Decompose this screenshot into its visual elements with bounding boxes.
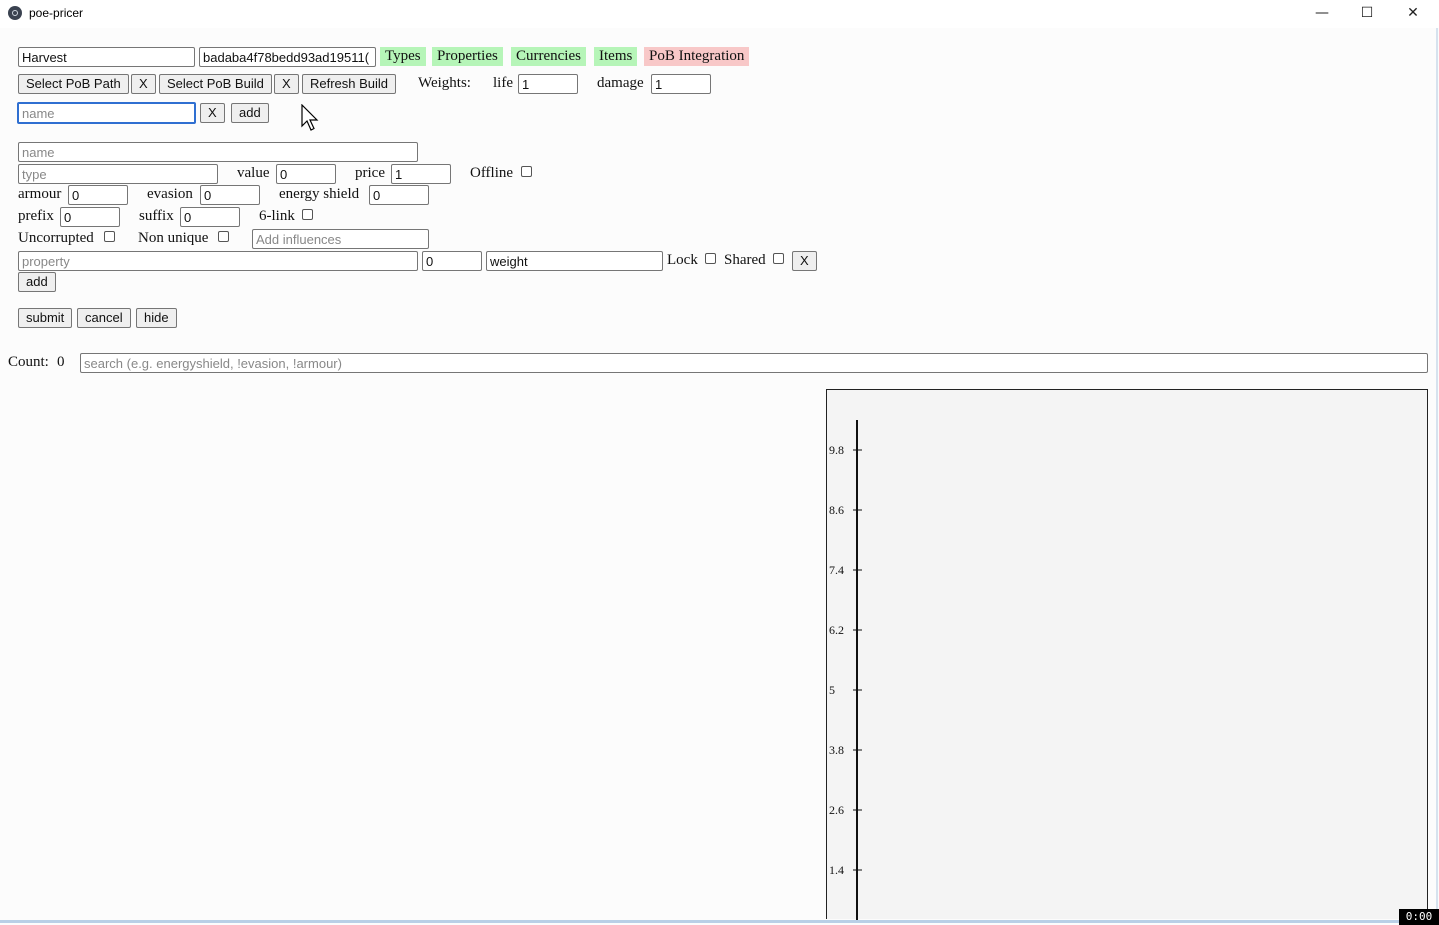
quick-clear-button[interactable]: X <box>200 103 225 123</box>
league-input[interactable] <box>18 47 195 67</box>
quick-add-button[interactable]: add <box>231 103 269 123</box>
damage-weight-input[interactable] <box>651 74 711 94</box>
item-type-input[interactable] <box>18 164 218 184</box>
prefix-input[interactable] <box>60 207 120 227</box>
select-pob-path-button[interactable]: Select PoB Path <box>18 74 129 94</box>
weights-label: Weights: <box>418 75 471 91</box>
tab-items[interactable]: Items <box>594 47 638 66</box>
value-label: value <box>237 165 270 181</box>
y-tick-label: 7.4 <box>829 563 844 577</box>
item-name-input[interactable] <box>18 142 418 162</box>
y-tick-label: 6.2 <box>829 623 844 637</box>
property-weight-input[interactable] <box>486 251 663 271</box>
lock-checkbox[interactable] <box>705 253 716 264</box>
remove-property-button[interactable]: X <box>792 251 817 271</box>
window-bottom-border <box>0 920 1439 923</box>
influences-input[interactable] <box>252 229 429 249</box>
tab-properties[interactable]: Properties <box>432 47 503 66</box>
price-input[interactable] <box>391 164 451 184</box>
minimize-button[interactable]: — <box>1299 0 1345 28</box>
armour-input[interactable] <box>68 185 128 205</box>
quick-name-input[interactable] <box>17 102 196 124</box>
life-label: life <box>493 75 513 91</box>
shared-checkbox[interactable] <box>773 253 784 264</box>
count-value: 0 <box>57 354 65 370</box>
suffix-label: suffix <box>139 208 174 224</box>
maximize-button[interactable]: ☐ <box>1344 0 1390 28</box>
window-right-border <box>1436 28 1438 923</box>
y-tick-label: 1.4 <box>829 863 844 877</box>
offline-label: Offline <box>470 165 514 181</box>
tab-types[interactable]: Types <box>380 47 426 66</box>
y-tick-label: 8.6 <box>829 503 844 517</box>
price-chart: 9.8 8.6 7.4 6.2 5 3.8 2.6 1.4 <box>826 389 1428 920</box>
armour-label: armour <box>18 186 62 202</box>
session-id-input[interactable] <box>199 47 376 67</box>
clear-pob-build-button[interactable]: X <box>274 74 299 94</box>
evasion-label: evasion <box>147 186 193 202</box>
app-icon <box>8 6 22 20</box>
damage-label: damage <box>597 75 644 91</box>
y-tick-label: 5 <box>829 683 835 697</box>
clock-display: 0:00 <box>1399 909 1439 925</box>
lock-label: Lock <box>667 252 698 268</box>
six-link-label: 6-link <box>259 208 295 224</box>
property-input[interactable] <box>18 251 418 271</box>
property-value-input[interactable] <box>422 251 482 271</box>
close-button[interactable]: ✕ <box>1390 0 1436 28</box>
refresh-build-button[interactable]: Refresh Build <box>302 74 397 94</box>
non-unique-label: Non unique <box>138 230 209 246</box>
uncorrupted-label: Uncorrupted <box>18 230 94 246</box>
add-property-button[interactable]: add <box>18 272 56 292</box>
count-label: Count: <box>8 354 49 370</box>
value-input[interactable] <box>276 164 336 184</box>
submit-button[interactable]: submit <box>18 308 73 328</box>
shared-label: Shared <box>724 252 766 268</box>
energy-shield-input[interactable] <box>369 185 429 205</box>
mouse-cursor-icon <box>301 104 319 131</box>
title-bar: poe-pricer — ☐ ✕ <box>0 0 1439 28</box>
offline-checkbox[interactable] <box>521 166 532 177</box>
search-input[interactable] <box>80 353 1428 373</box>
tab-pob-integration[interactable]: PoB Integration <box>644 47 750 66</box>
price-label: price <box>355 165 385 181</box>
y-tick-label: 2.6 <box>829 803 844 817</box>
clear-pob-path-button[interactable]: X <box>131 74 156 94</box>
evasion-input[interactable] <box>200 185 260 205</box>
energy-shield-label: energy shield <box>279 186 360 202</box>
prefix-label: prefix <box>18 208 54 224</box>
window-title: poe-pricer <box>29 6 84 20</box>
y-tick-label: 3.8 <box>829 743 844 757</box>
chart-svg: 9.8 8.6 7.4 6.2 5 3.8 2.6 1.4 <box>829 420 862 920</box>
y-tick-label: 9.8 <box>829 443 844 457</box>
suffix-input[interactable] <box>180 207 240 227</box>
six-link-checkbox[interactable] <box>302 209 313 220</box>
hide-button[interactable]: hide <box>136 308 177 328</box>
tab-currencies[interactable]: Currencies <box>511 47 586 66</box>
uncorrupted-checkbox[interactable] <box>104 231 115 242</box>
cancel-button[interactable]: cancel <box>77 308 131 328</box>
life-weight-input[interactable] <box>518 74 578 94</box>
non-unique-checkbox[interactable] <box>218 231 229 242</box>
select-pob-build-button[interactable]: Select PoB Build <box>159 74 272 94</box>
